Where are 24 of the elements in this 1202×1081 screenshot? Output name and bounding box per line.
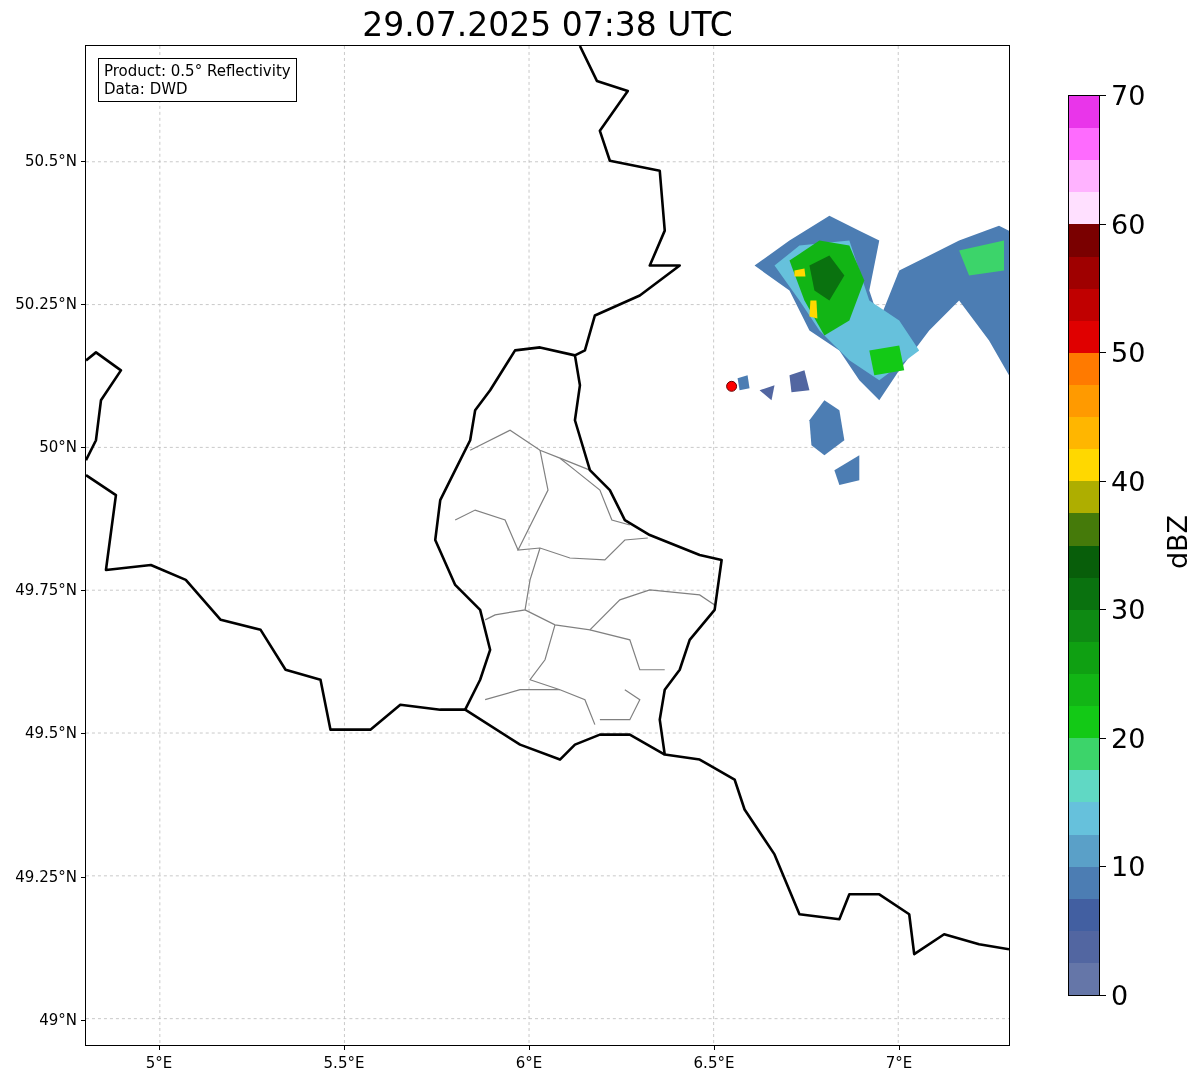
legend-text: Data: DWD — [104, 80, 189, 98]
latitude-label: 50.25°N — [15, 295, 77, 314]
tick-label: 20 — [1111, 724, 1146, 752]
colorbar-label: dBZ — [1161, 513, 1194, 572]
chart-title: 29.07.2025 07:38 UTC — [362, 8, 733, 41]
latitude-label: 50.5°N — [24, 152, 77, 170]
tick-label: 60 — [1111, 210, 1146, 238]
latitude-label: 49.25°N — [15, 867, 77, 886]
latitude-label: 49.5°N — [24, 724, 77, 743]
legend-text: Product: 0.5° Reflectivity — [104, 62, 291, 80]
tick-label: 50 — [1111, 339, 1146, 367]
tick-label: 10 — [1111, 853, 1146, 881]
latitude-label: 50°N — [39, 438, 77, 457]
tick-label: 70 — [1111, 82, 1146, 109]
latitude-label: 49.75°N — [15, 581, 77, 600]
longitude-label: 6°E — [515, 1054, 543, 1072]
longitude-label: 5.5°E — [323, 1054, 365, 1072]
longitude-label: 5°E — [145, 1054, 173, 1072]
tick-label: 0 — [1111, 982, 1129, 1009]
tick-label: 40 — [1111, 467, 1146, 495]
tick-label: 30 — [1111, 596, 1146, 624]
latitude-label: 49°N — [39, 1010, 77, 1029]
longitude-label: 7°E — [885, 1054, 913, 1072]
longitude-label: 6.5°E — [693, 1054, 735, 1072]
